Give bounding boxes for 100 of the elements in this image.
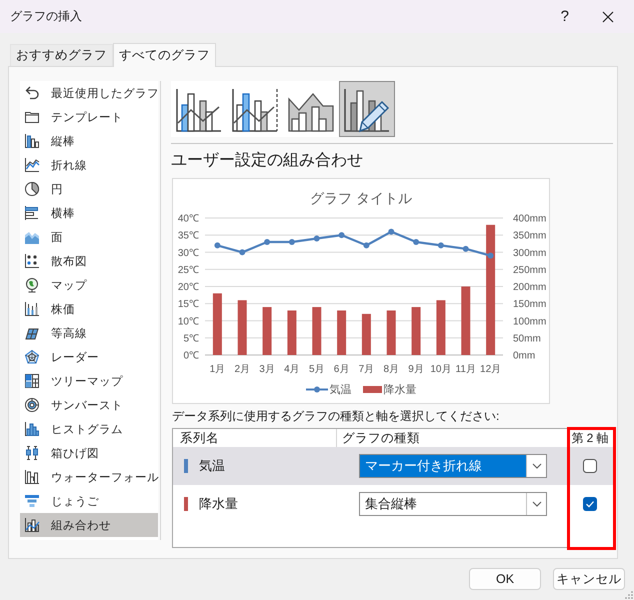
axis-label: 350mm — [513, 230, 546, 242]
help-button[interactable]: ? — [560, 8, 569, 26]
data-point — [388, 228, 394, 235]
series-row[interactable]: 降水量 集合縦棒 — [173, 485, 613, 523]
legend-label: 降水量 — [384, 382, 416, 396]
ok-button[interactable]: OK — [469, 568, 541, 590]
axis-label: 50mm — [513, 333, 541, 344]
category-label: 11月 — [456, 364, 476, 375]
bar — [262, 307, 272, 355]
axis-label: 35℃ — [178, 230, 199, 242]
stock-chart-icon — [24, 301, 40, 317]
axis-label: 0mm — [513, 350, 536, 362]
axis-label: 40℃ — [178, 214, 199, 224]
sidebar-item[interactable]: ヒストグラム — [20, 417, 158, 441]
checkbox[interactable] — [583, 497, 597, 511]
sidebar-item[interactable]: ツリーマップ — [20, 369, 158, 393]
sidebar-item[interactable]: テンプレート — [20, 105, 158, 129]
globe-icon — [24, 277, 40, 293]
funnel-icon — [24, 493, 40, 509]
treemap-icon — [24, 373, 40, 389]
checkbox[interactable] — [583, 459, 597, 473]
axis-label: 250mm — [513, 264, 546, 276]
bar — [312, 307, 322, 355]
sidebar-item[interactable]: 面 — [20, 225, 158, 249]
sidebar-item[interactable]: 箱ひげ図 — [20, 441, 158, 465]
waterfall-chart-icon — [24, 469, 40, 485]
data-point — [413, 238, 420, 245]
sidebar-item[interactable]: 横棒 — [20, 201, 158, 225]
chart-title: グラフ タイトル — [310, 190, 412, 206]
axis-label: 150mm — [513, 299, 546, 310]
axis-label: 100mm — [513, 316, 546, 328]
data-point — [363, 242, 370, 248]
bar — [362, 314, 371, 355]
cancel-button[interactable]: キャンセル — [553, 568, 625, 590]
tab[interactable]: すべてのグラフ — [113, 43, 216, 67]
sidebar-item[interactable]: 円 — [20, 177, 158, 201]
chart-type-dropdown[interactable]: マーカー付き折れ線 — [359, 454, 547, 478]
close-button[interactable] — [602, 10, 614, 22]
data-point — [239, 249, 246, 256]
axis-label: 20℃ — [178, 282, 199, 293]
series-name: 気温 — [199, 457, 225, 475]
tab[interactable]: おすすめグラフ — [10, 44, 113, 66]
data-point — [462, 246, 469, 252]
bar — [212, 293, 222, 355]
sidebar-item[interactable]: マップ — [20, 273, 158, 297]
scatter-chart-icon — [24, 253, 40, 269]
sidebar-item[interactable]: ウォーターフォール — [20, 465, 158, 489]
data-point — [288, 238, 295, 245]
bar — [238, 300, 247, 355]
category-label: 6月 — [334, 364, 350, 375]
sidebar-item[interactable]: 折れ線 — [20, 153, 158, 177]
sidebar-item[interactable]: サンバースト — [20, 393, 158, 417]
column-header: 第 2 軸 — [570, 430, 610, 447]
sidebar-item[interactable]: 組み合わせ — [20, 513, 158, 537]
column-chart-icon — [24, 133, 40, 149]
bar — [287, 310, 296, 355]
resize-grip-icon[interactable] — [625, 591, 633, 599]
series-row[interactable]: 気温 マーカー付き折れ線 — [173, 447, 613, 485]
chart-type-dropdown[interactable]: 集合縦棒 — [359, 492, 547, 516]
bar — [386, 310, 396, 355]
axis-label: 400mm — [513, 214, 546, 224]
chevron-down-icon — [532, 501, 542, 507]
bar — [461, 286, 470, 355]
category-label: 10月 — [430, 364, 452, 375]
category-label: 12月 — [480, 364, 502, 375]
sidebar-item[interactable]: 縦棒 — [20, 129, 158, 153]
series-name: 降水量 — [199, 495, 238, 513]
sidebar-item[interactable]: 最近使用したグラフ — [20, 81, 158, 105]
window-title: グラフの挿入 — [9, 8, 83, 25]
category-label: 8月 — [383, 364, 400, 375]
axis-label: 200mm — [513, 282, 546, 293]
category-label: 5月 — [308, 364, 325, 375]
sidebar-item[interactable]: 株価 — [20, 297, 158, 321]
category-label: 2月 — [234, 364, 250, 375]
histogram-icon — [24, 421, 40, 437]
instruction-text: データ系列に使用するグラフの種類と軸を選択してください: — [172, 408, 500, 424]
column-header: グラフの種類 — [341, 430, 421, 447]
bar-chart-icon — [24, 205, 40, 221]
sidebar-item[interactable]: じょうご — [20, 489, 158, 513]
undo-arrow-icon — [24, 85, 40, 101]
bar — [412, 307, 421, 355]
folder-icon — [24, 109, 40, 125]
axis-label: 0℃ — [183, 350, 199, 362]
data-point — [488, 252, 494, 259]
combo-chart-icon — [24, 517, 40, 533]
pie-chart-icon — [24, 181, 40, 197]
sidebar-item[interactable]: 等高線 — [20, 321, 158, 345]
close-icon — [602, 10, 614, 22]
box-plot-icon — [24, 445, 40, 461]
data-point — [438, 242, 444, 248]
data-point — [338, 232, 345, 238]
axis-label: 25℃ — [178, 264, 199, 276]
sidebar-item[interactable]: 散布図 — [20, 249, 158, 273]
category-label: 7月 — [358, 364, 374, 375]
axis-label: 300mm — [513, 248, 546, 259]
sidebar-item[interactable]: レーダー — [20, 345, 158, 369]
bar — [337, 310, 346, 355]
chart-subtype-button[interactable] — [339, 81, 395, 137]
radar-chart-icon — [24, 349, 40, 365]
legend-label: 気温 — [330, 382, 352, 396]
